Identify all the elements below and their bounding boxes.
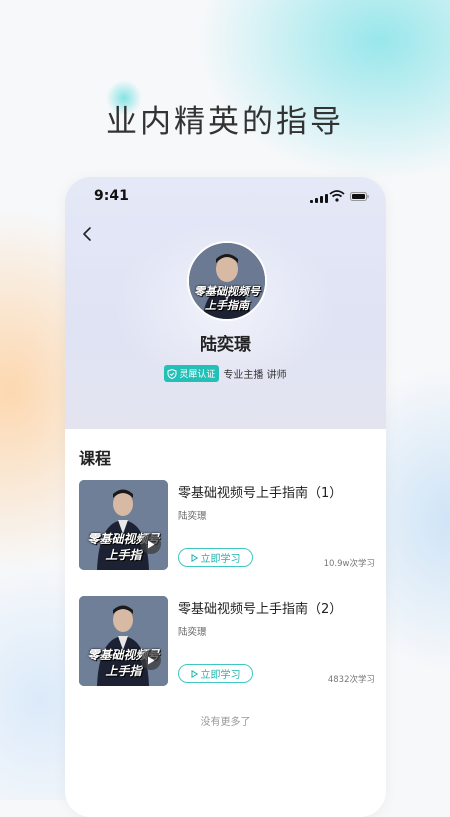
role-text: 专业主播 讲师 xyxy=(223,370,287,381)
courses-section: 课程 零基础视频号 上手指 零基础视频号上手指南（1） 陆奕璟 立即学习 10.… xyxy=(65,429,386,817)
back-icon[interactable] xyxy=(79,224,97,244)
course-title[interactable]: 零基础视频号上手指南（2） xyxy=(178,598,342,617)
course-item[interactable]: 零基础视频号 上手指 零基础视频号上手指南（2） 陆奕璟 立即学习 4832次学… xyxy=(79,596,375,686)
avatar-text-line2: 上手指南 xyxy=(205,299,249,312)
start-learning-button[interactable]: 立即学习 xyxy=(178,548,253,567)
course-thumbnail[interactable]: 零基础视频号 上手指 xyxy=(79,596,168,686)
play-outline-icon xyxy=(191,553,198,562)
wifi-icon xyxy=(329,190,345,202)
cert-shield-icon xyxy=(167,368,177,379)
status-time: 9:41 xyxy=(94,188,129,204)
avatar: 零基础视频号 上手指南 xyxy=(187,241,267,321)
hero-title: 业内精英的指导 xyxy=(106,104,344,140)
start-learning-button[interactable]: 立即学习 xyxy=(178,664,253,683)
signal-icon xyxy=(310,194,328,203)
section-title: 课程 xyxy=(79,449,112,468)
play-icon[interactable] xyxy=(141,534,161,554)
badge-row: 灵犀认证 专业主播 讲师 xyxy=(65,365,386,382)
study-count: 4832次学习 xyxy=(327,675,375,685)
study-count: 10.9w次学习 xyxy=(323,559,375,569)
battery-icon xyxy=(350,192,369,201)
course-title[interactable]: 零基础视频号上手指南（1） xyxy=(178,482,342,501)
start-learning-label: 立即学习 xyxy=(200,670,241,681)
teacher-name: 陆奕璟 xyxy=(200,335,251,355)
start-learning-label: 立即学习 xyxy=(200,554,241,565)
play-outline-icon xyxy=(191,669,198,678)
status-bar: 9:41 xyxy=(65,177,386,217)
course-item[interactable]: 零基础视频号 上手指 零基础视频号上手指南（1） 陆奕璟 立即学习 10.9w次… xyxy=(79,480,375,570)
course-teacher: 陆奕璟 xyxy=(178,627,207,638)
course-teacher: 陆奕璟 xyxy=(178,511,207,522)
phone-mockup: 9:41 零基础视频号 上手指南 陆奕璟 灵犀认证 专业主播 讲师 课程 零基础… xyxy=(65,177,386,817)
course-thumbnail[interactable]: 零基础视频号 上手指 xyxy=(79,480,168,570)
cert-label: 灵犀认证 xyxy=(179,370,216,380)
play-icon[interactable] xyxy=(141,650,161,670)
no-more-text: 没有更多了 xyxy=(200,717,251,728)
cert-badge: 灵犀认证 xyxy=(164,365,220,382)
profile-header: 9:41 零基础视频号 上手指南 陆奕璟 灵犀认证 专业主播 讲师 xyxy=(65,177,386,429)
